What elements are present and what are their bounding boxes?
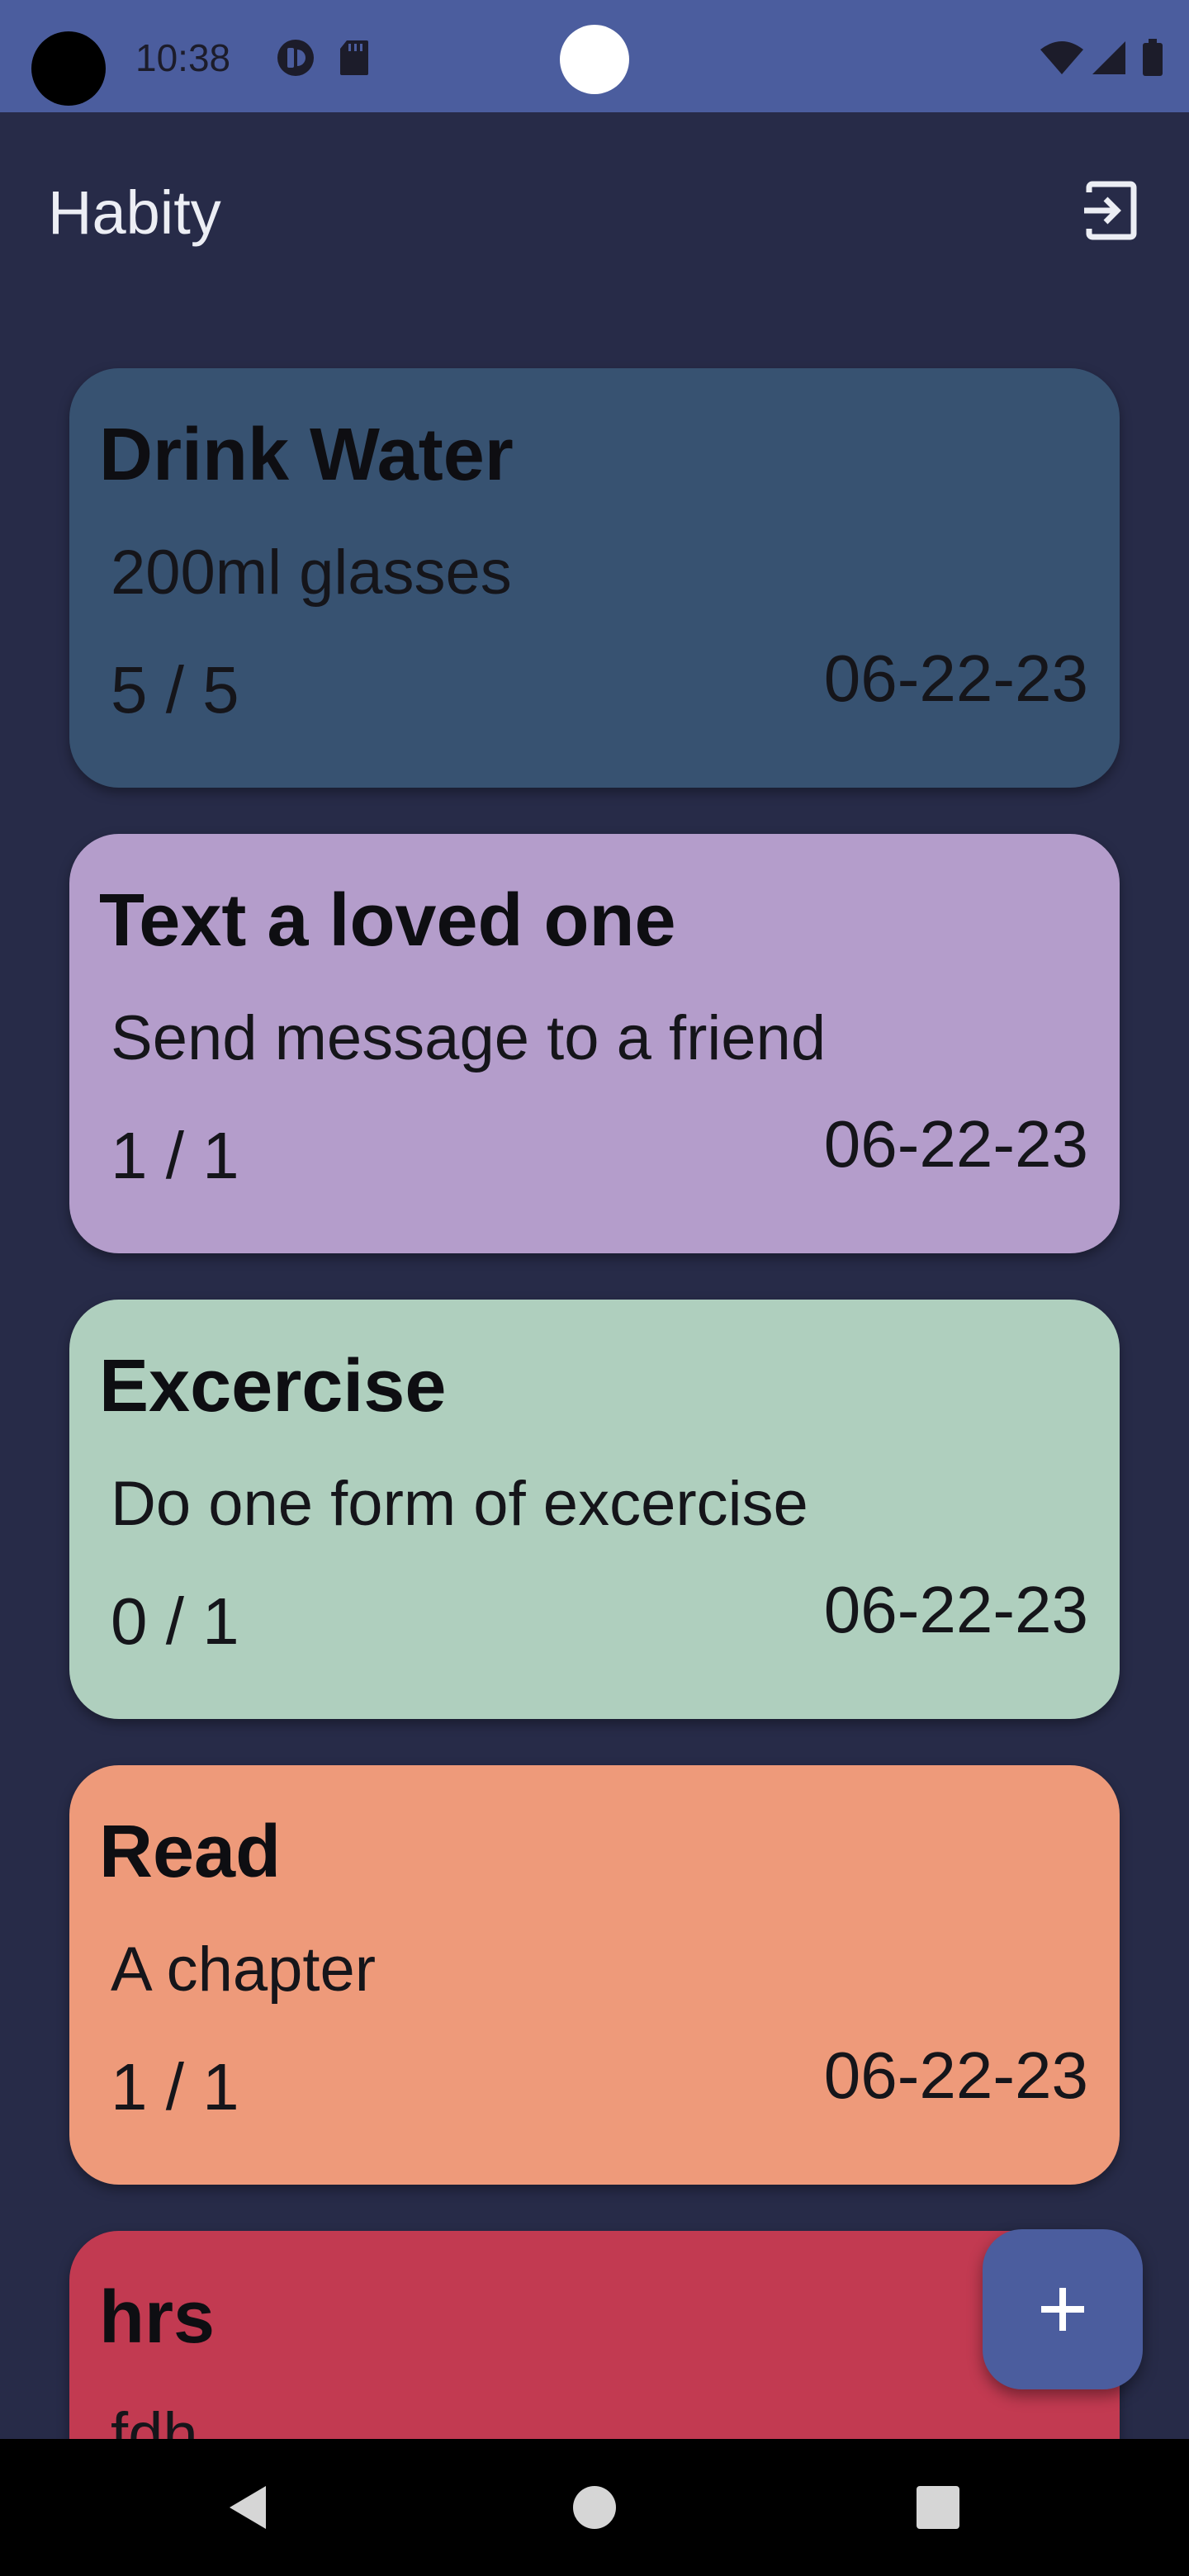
- habit-date: 06-22-23: [823, 1573, 1088, 1646]
- habit-title: Read: [99, 1811, 282, 1893]
- habit-title: Excercise: [99, 1345, 447, 1428]
- app-bar: Habity: [0, 112, 1189, 302]
- camera-cutout: [31, 31, 106, 106]
- notification-dot: [560, 25, 629, 94]
- back-button[interactable]: [183, 2439, 315, 2576]
- habit-card[interactable]: Excercise Do one form of excercise 0 / 1…: [69, 1300, 1120, 1719]
- habit-card[interactable]: Drink Water 200ml glasses 5 / 5 06-22-23: [69, 368, 1120, 788]
- habit-card[interactable]: Read A chapter 1 / 1 06-22-23: [69, 1765, 1120, 2185]
- habit-date: 06-22-23: [823, 2039, 1088, 2112]
- back-icon: [230, 2486, 266, 2529]
- habit-description: Do one form of excercise: [111, 1469, 808, 1539]
- system-nav-bar: [0, 2439, 1189, 2576]
- habit-title: Text a loved one: [99, 879, 676, 962]
- add-habit-button[interactable]: [983, 2229, 1143, 2389]
- app-screen: 10:38 Habity Drink Water 200ml glasses 5…: [0, 0, 1189, 2576]
- habit-date: 06-22-23: [823, 642, 1088, 715]
- logout-icon: [1084, 181, 1137, 240]
- habit-title: Drink Water: [99, 414, 514, 496]
- logout-button[interactable]: [1073, 173, 1148, 248]
- habit-progress: 5 / 5: [111, 653, 239, 727]
- signal-icon: [1088, 35, 1130, 81]
- battery-icon: [1136, 35, 1169, 81]
- recents-icon: [917, 2486, 959, 2529]
- app-title: Habity: [48, 178, 221, 247]
- plus-icon: [1041, 2288, 1084, 2331]
- habit-title: hrs: [99, 2276, 216, 2359]
- home-icon: [573, 2486, 616, 2529]
- habit-card[interactable]: Text a loved one Send message to a frien…: [69, 834, 1120, 1253]
- status-bar: 10:38: [0, 0, 1189, 112]
- sd-card-icon: [334, 35, 375, 81]
- home-button[interactable]: [528, 2439, 661, 2576]
- habit-description: A chapter: [111, 1934, 377, 2005]
- habit-date: 06-22-23: [823, 1107, 1088, 1181]
- habit-description: 200ml glasses: [111, 537, 512, 608]
- habit-progress: 1 / 1: [111, 1119, 239, 1192]
- recents-button[interactable]: [872, 2439, 1004, 2576]
- status-time: 10:38: [135, 36, 231, 79]
- wifi-icon: [1039, 35, 1085, 81]
- habit-progress: 0 / 1: [111, 1584, 239, 1658]
- habit-progress: 1 / 1: [111, 2050, 239, 2124]
- sync-icon: [272, 35, 319, 81]
- habit-description: Send message to a friend: [111, 1003, 827, 1073]
